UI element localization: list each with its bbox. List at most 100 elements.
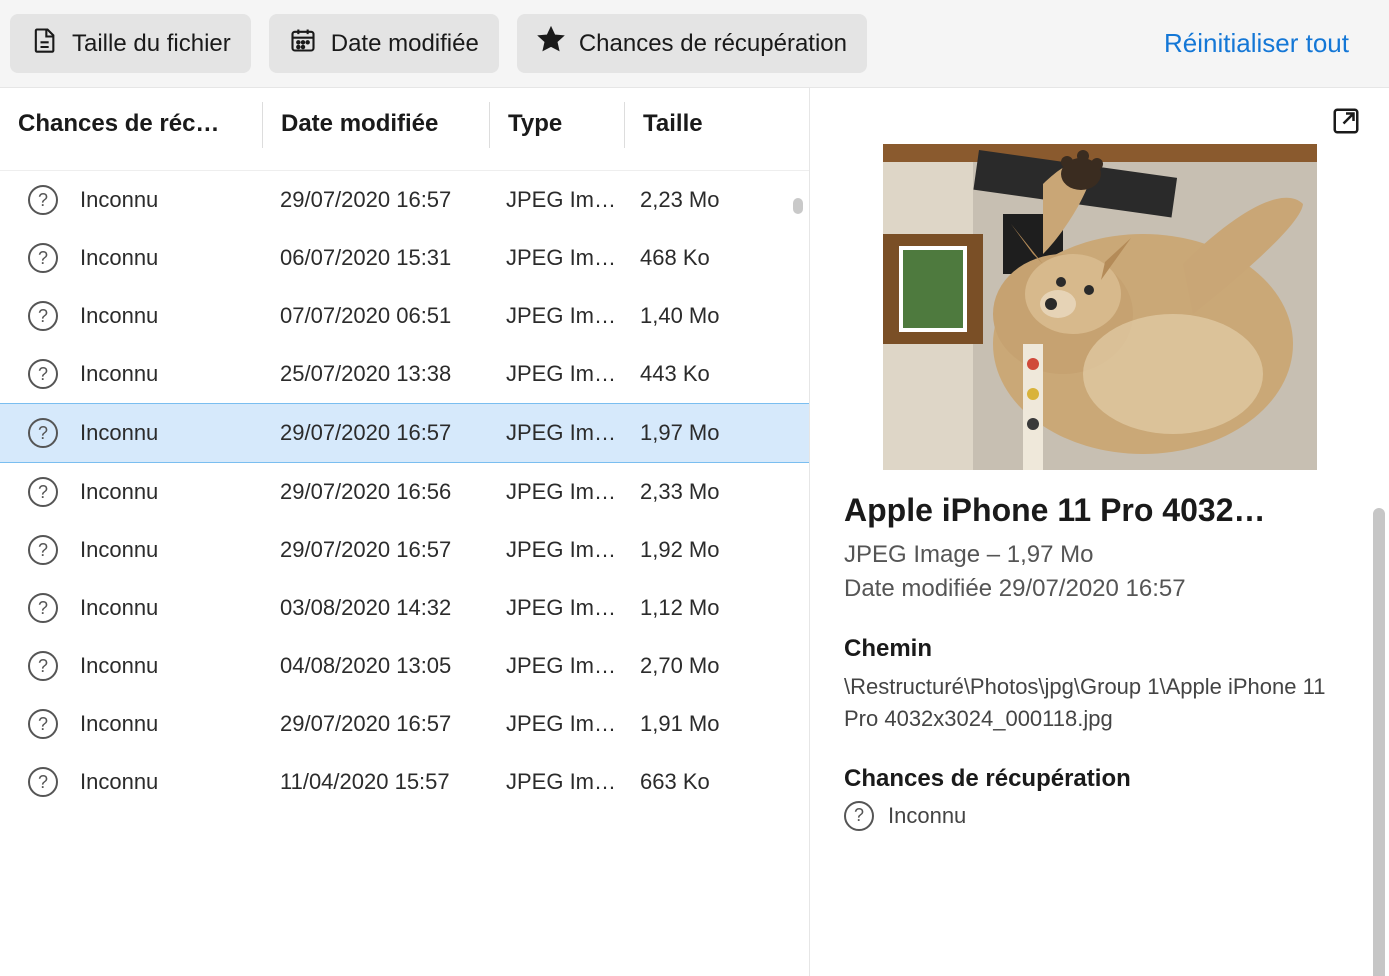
cell-chance: ? Inconnu (18, 767, 262, 797)
cell-size: 443 Ko (622, 361, 772, 387)
column-header-type[interactable]: Type (490, 110, 624, 148)
expand-icon[interactable] (1331, 106, 1361, 142)
cell-date: 29/07/2020 16:57 (262, 420, 488, 446)
scrollbar-thumb[interactable] (793, 198, 803, 214)
column-header-chance[interactable]: Chances de réc… (18, 110, 262, 148)
cell-chance: ? Inconnu (18, 709, 262, 739)
chance-text: Inconnu (80, 711, 158, 737)
chance-text: Inconnu (80, 420, 158, 446)
file-icon (30, 26, 58, 61)
chance-text: Inconnu (80, 653, 158, 679)
cell-type: JPEG Im… (488, 361, 622, 387)
cell-date: 25/07/2020 13:38 (262, 361, 488, 387)
filter-datemod-button[interactable]: Date modifiée (269, 14, 499, 73)
cell-date: 06/07/2020 15:31 (262, 245, 488, 271)
filter-datemod-label: Date modifiée (331, 30, 479, 58)
question-icon: ? (844, 801, 874, 831)
detail-scrollbar-thumb[interactable] (1373, 508, 1385, 976)
path-heading: Chemin (844, 635, 1355, 663)
cell-date: 11/04/2020 15:57 (262, 769, 488, 795)
chance-text: Inconnu (80, 595, 158, 621)
filter-recovery-button[interactable]: Chances de récupération (517, 14, 867, 73)
table-row[interactable]: ?Inconnu06/07/2020 15:31JPEG Im…468 Ko (0, 229, 809, 287)
chance-text: Inconnu (80, 361, 158, 387)
question-icon: ? (28, 418, 58, 448)
reset-all-link[interactable]: Réinitialiser tout (1164, 28, 1379, 59)
cell-date: 29/07/2020 16:57 (262, 537, 488, 563)
question-icon: ? (28, 359, 58, 389)
filter-toolbar: Taille du fichier Date modifiée Chances … (0, 0, 1389, 88)
cell-chance: ? Inconnu (18, 185, 262, 215)
cell-chance: ? Inconnu (18, 593, 262, 623)
question-icon: ? (28, 767, 58, 797)
table-row[interactable]: ? Inconnu 03/08/2020 14:32JPEG Im…1,12 Mo (0, 579, 809, 637)
chance-text: Inconnu (80, 479, 158, 505)
cell-date: 04/08/2020 13:05 (262, 653, 488, 679)
path-value: \Restructuré\Photos\jpg\Group 1\Apple iP… (844, 671, 1355, 735)
cell-type: JPEG Im… (488, 303, 622, 329)
cell-chance: ? Inconnu (18, 477, 262, 507)
question-icon: ? (28, 301, 58, 331)
cell-size: 663 Ko (622, 769, 772, 795)
question-icon: ? (28, 185, 58, 215)
cell-size: 1,12 Mo (622, 595, 772, 621)
table-row[interactable]: ? Inconnu 29/07/2020 16:56JPEG Im…2,33 Mo (0, 463, 809, 521)
cell-size: 2,23 Mo (622, 187, 772, 213)
table-header: Chances de réc… Date modifiée Type Taill… (0, 88, 809, 171)
chance-text: Inconnu (80, 245, 158, 271)
chances-value: Inconnu (888, 803, 966, 829)
table-row[interactable]: ? Inconnu 11/04/2020 15:57JPEG Im…663 Ko (0, 753, 809, 811)
table-row[interactable]: ? Inconnu 07/07/2020 06:51JPEG Im…1,40 Mo (0, 287, 809, 345)
cell-chance: ? Inconnu (18, 359, 262, 389)
table-row[interactable]: ? Inconnu 25/07/2020 13:38JPEG Im…443 Ko (0, 345, 809, 403)
detail-type-size: JPEG Image – 1,97 Mo (844, 541, 1355, 569)
table-row[interactable]: ?Inconnu29/07/2020 16:57JPEG Im…1,91 Mo (0, 695, 809, 753)
column-header-date[interactable]: Date modifiée (263, 110, 489, 148)
question-icon: ? (28, 709, 58, 739)
cell-type: JPEG Im… (488, 537, 622, 563)
table-row[interactable]: ? Inconnu 29/07/2020 16:57JPEG Im…2,23 Mo (0, 171, 809, 229)
question-icon: ? (28, 651, 58, 681)
cell-size: 2,33 Mo (622, 479, 772, 505)
cell-type: JPEG Im… (488, 420, 622, 446)
question-icon: ? (28, 593, 58, 623)
chance-text: Inconnu (80, 187, 158, 213)
cell-type: JPEG Im… (488, 595, 622, 621)
cell-chance: ?Inconnu (18, 535, 262, 565)
cell-type: JPEG Im… (488, 187, 622, 213)
cell-date: 29/07/2020 16:56 (262, 479, 488, 505)
cell-size: 1,91 Mo (622, 711, 772, 737)
filter-recovery-label: Chances de récupération (579, 30, 847, 58)
question-icon: ? (28, 477, 58, 507)
cell-date: 03/08/2020 14:32 (262, 595, 488, 621)
filter-filesize-button[interactable]: Taille du fichier (10, 14, 251, 73)
chance-text: Inconnu (80, 303, 158, 329)
cell-size: 1,40 Mo (622, 303, 772, 329)
cell-type: JPEG Im… (488, 653, 622, 679)
cell-type: JPEG Im… (488, 769, 622, 795)
table-row[interactable]: ?Inconnu29/07/2020 16:57JPEG Im…1,92 Mo (0, 521, 809, 579)
detail-title: Apple iPhone 11 Pro 4032… (844, 492, 1355, 529)
calendar-icon (289, 26, 317, 61)
cell-chance: ?Inconnu (18, 243, 262, 273)
table-row[interactable]: ? Inconnu 29/07/2020 16:57JPEG Im…1,97 Mo (0, 403, 809, 463)
cell-date: 07/07/2020 06:51 (262, 303, 488, 329)
question-icon: ? (28, 535, 58, 565)
table-row[interactable]: ? Inconnu 04/08/2020 13:05JPEG Im…2,70 Mo (0, 637, 809, 695)
table-body: ?Inconnu29/07/2020 16:57JPEG Im…2,23 Mo?… (0, 171, 809, 976)
cell-type: JPEG Im… (488, 479, 622, 505)
cell-size: 468 Ko (622, 245, 772, 271)
chance-text: Inconnu (80, 769, 158, 795)
cell-chance: ? Inconnu (18, 301, 262, 331)
cell-size: 1,92 Mo (622, 537, 772, 563)
preview-image (883, 144, 1317, 470)
column-header-size[interactable]: Taille (625, 110, 775, 148)
cell-size: 2,70 Mo (622, 653, 772, 679)
filter-filesize-label: Taille du fichier (72, 30, 231, 58)
cell-type: JPEG Im… (488, 245, 622, 271)
detail-panel: Apple iPhone 11 Pro 4032… JPEG Image – 1… (810, 88, 1389, 976)
cell-date: 29/07/2020 16:57 (262, 187, 488, 213)
cell-chance: ? Inconnu (18, 418, 262, 448)
chances-heading: Chances de récupération (844, 765, 1355, 793)
cell-size: 1,97 Mo (622, 420, 772, 446)
